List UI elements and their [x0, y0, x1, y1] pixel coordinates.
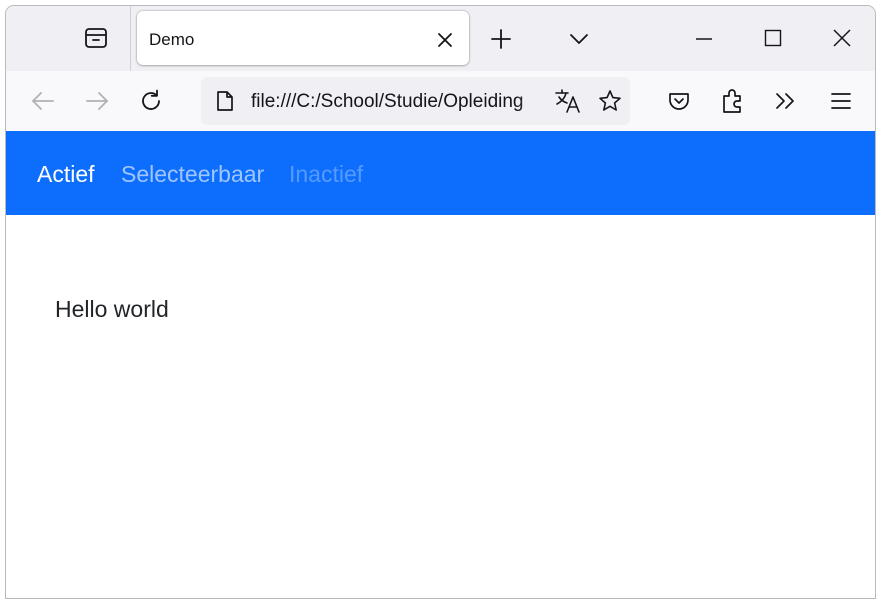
close-tab-button[interactable]	[433, 28, 457, 52]
tab-title: Demo	[149, 30, 195, 49]
minimize-icon	[696, 38, 712, 40]
main-text: Hello world	[55, 296, 169, 322]
arrow-left-icon	[32, 92, 54, 110]
chevron-down-icon	[570, 34, 588, 44]
close-icon	[438, 33, 452, 47]
more-tools-button[interactable]	[771, 87, 801, 115]
forward-button[interactable]	[82, 87, 112, 115]
close-window-button[interactable]	[824, 24, 860, 52]
double-chevron-icon	[776, 93, 794, 109]
nav-link-actief[interactable]: Actief	[37, 161, 95, 188]
extensions-button[interactable]	[718, 86, 748, 116]
puzzle-icon	[723, 89, 741, 113]
maximize-button[interactable]	[755, 24, 791, 52]
new-tab-button[interactable]	[486, 26, 516, 52]
url-bar[interactable]: file:///C:/School/Studie/Opleiding	[201, 77, 630, 125]
document-icon	[217, 91, 233, 111]
tab-strip: Demo	[6, 6, 875, 71]
maximize-icon	[764, 29, 782, 47]
reload-button[interactable]	[136, 87, 166, 115]
site-navbar: Actief Selecteerbaar Inactief	[6, 131, 875, 215]
pocket-icon	[669, 93, 689, 110]
url-fade	[519, 85, 549, 117]
page-content: Actief Selecteerbaar Inactief Hello worl…	[6, 131, 875, 598]
browser-window: Demo file:///C:/School/Studie/Opleiding …	[5, 5, 876, 599]
archive-box-icon	[85, 28, 107, 48]
star-icon	[599, 90, 621, 111]
translate-button[interactable]	[553, 88, 583, 114]
app-menu-button[interactable]	[826, 87, 856, 115]
list-all-tabs-button[interactable]	[564, 26, 594, 52]
plus-icon	[491, 29, 511, 49]
pocket-button[interactable]	[664, 87, 694, 115]
nav-link-selecteerbaar[interactable]: Selecteerbaar	[121, 161, 264, 188]
page-info-button[interactable]	[213, 89, 237, 113]
translate-icon	[555, 89, 580, 113]
close-icon	[833, 29, 851, 47]
url-text[interactable]: file:///C:/School/Studie/Opleiding	[251, 91, 543, 113]
reload-icon	[142, 89, 160, 110]
hamburger-icon	[831, 93, 851, 109]
nav-link-inactief: Inactief	[289, 161, 364, 187]
tab-demo[interactable]: Demo	[137, 11, 469, 65]
arrow-right-icon	[86, 92, 108, 110]
bookmark-button[interactable]	[595, 88, 625, 114]
tab-manager-button[interactable]	[80, 24, 112, 52]
back-button[interactable]	[28, 87, 58, 115]
minimize-button[interactable]	[686, 26, 722, 52]
tab-separator	[130, 6, 131, 71]
navigation-toolbar: file:///C:/School/Studie/Opleiding	[6, 71, 875, 131]
